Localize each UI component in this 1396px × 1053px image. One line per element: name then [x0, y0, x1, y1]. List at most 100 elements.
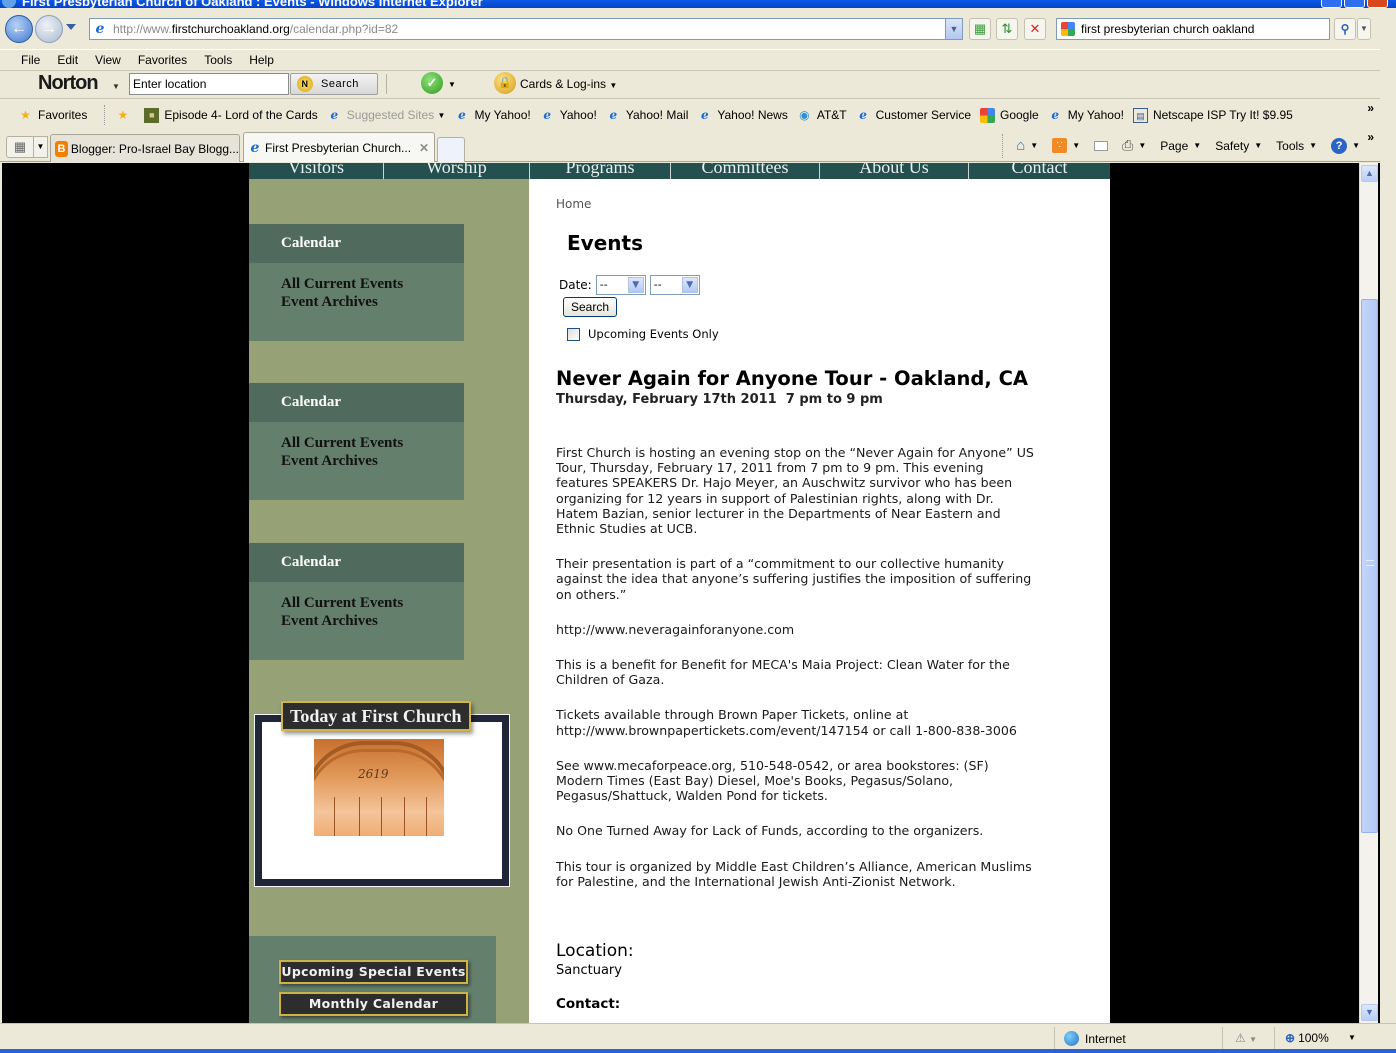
- menu-help[interactable]: Help: [249, 53, 274, 67]
- recent-pages-dropdown[interactable]: [66, 24, 76, 30]
- event-archives-link[interactable]: Event Archives: [281, 612, 464, 630]
- favorite-link[interactable]: e Customer Service: [856, 108, 971, 123]
- mail-icon: [1094, 140, 1109, 151]
- search-options-dropdown[interactable]: ▼: [1357, 18, 1371, 40]
- safety-menu[interactable]: Safety ▼: [1215, 139, 1262, 153]
- upcoming-events-only-option[interactable]: Upcoming Events Only: [567, 327, 719, 341]
- quick-tabs-button[interactable]: ▦: [6, 136, 34, 158]
- help-button[interactable]: ? ▼: [1331, 137, 1360, 154]
- tab-list-dropdown[interactable]: ▼: [34, 136, 48, 158]
- favorite-link[interactable]: Google: [980, 107, 1039, 123]
- menu-view[interactable]: View: [95, 53, 121, 67]
- add-to-favorites-button[interactable]: ★: [115, 108, 135, 123]
- favorite-link[interactable]: e My Yahoo!: [454, 108, 531, 123]
- norton-menu-dropdown[interactable]: ▼: [112, 82, 120, 91]
- stop-button[interactable]: ✕: [1024, 18, 1046, 40]
- safe-web-dropdown[interactable]: ▼: [448, 80, 456, 89]
- favorite-link[interactable]: e Yahoo! Mail: [606, 108, 689, 123]
- tools-menu[interactable]: Tools ▼: [1276, 139, 1317, 153]
- vertical-scrollbar[interactable]: ▲ ▼: [1359, 163, 1378, 1023]
- nav-committees[interactable]: Committees: [671, 163, 820, 179]
- event-archives-link[interactable]: Event Archives: [281, 452, 464, 470]
- search-box[interactable]: first presbyterian church oakland: [1056, 18, 1330, 40]
- tab-blogger[interactable]: B Blogger: Pro-Israel Bay Blogg...: [50, 134, 240, 162]
- nav-contact[interactable]: Contact: [969, 163, 1110, 179]
- close-tab-icon[interactable]: ✕: [419, 141, 429, 155]
- zoom-level-button[interactable]: ⊕ 100%: [1285, 1031, 1329, 1045]
- tab-bar: ▦ ▼ B Blogger: Pro-Israel Bay Blogg... e…: [0, 130, 1380, 162]
- cards-logins-menu[interactable]: Cards & Log-ins ▼: [520, 77, 617, 91]
- chevron-down-icon: ▼: [1249, 1035, 1258, 1044]
- norton-search-button[interactable]: N Search: [290, 73, 378, 95]
- favorite-label: My Yahoo!: [1067, 108, 1124, 122]
- refresh-button[interactable]: ⇅: [996, 18, 1018, 40]
- back-button[interactable]: ←: [5, 15, 33, 43]
- monthly-calendar-button[interactable]: Monthly Calendar: [279, 992, 468, 1016]
- location-value: Sanctuary: [556, 963, 622, 978]
- nav-about-us[interactable]: About Us: [820, 163, 969, 179]
- address-bar[interactable]: e http://www.firstchurchoakland.org/cale…: [89, 18, 963, 40]
- favorite-link[interactable]: ■ Episode 4- Lord of the Cards: [144, 107, 318, 123]
- norton-location-input[interactable]: Enter location: [129, 73, 289, 95]
- nav-programs[interactable]: Programs: [530, 163, 671, 179]
- maximize-button[interactable]: [1344, 0, 1365, 8]
- search-go-button[interactable]: ⚲: [1334, 18, 1356, 40]
- suggested-sites-button[interactable]: e Suggested Sites ▼: [327, 108, 445, 123]
- menu-file[interactable]: File: [21, 53, 40, 67]
- page-icon: e: [95, 21, 105, 37]
- scroll-thumb[interactable]: [1361, 299, 1378, 833]
- all-current-events-link[interactable]: All Current Events: [281, 594, 464, 612]
- search-query[interactable]: first presbyterian church oakland: [1081, 22, 1254, 36]
- compatibility-icon: ▦: [973, 21, 987, 36]
- new-tab-button[interactable]: [437, 137, 465, 162]
- menu-tools[interactable]: Tools: [204, 53, 232, 67]
- event-archives-link[interactable]: Event Archives: [281, 293, 464, 311]
- menu-edit[interactable]: Edit: [57, 53, 78, 67]
- protected-mode-button[interactable]: ⚠ ▼: [1235, 1031, 1257, 1045]
- print-button[interactable]: ⎙ ▼: [1122, 137, 1146, 154]
- nav-visitors[interactable]: Visitors: [249, 163, 384, 179]
- minimize-button[interactable]: [1321, 0, 1342, 8]
- scroll-down-button[interactable]: ▼: [1361, 1004, 1378, 1021]
- all-current-events-link[interactable]: All Current Events: [281, 275, 464, 293]
- read-mail-button[interactable]: [1094, 140, 1109, 151]
- more-favorites-chevron-icon[interactable]: »: [1367, 101, 1374, 115]
- year-select[interactable]: -- ▼: [649, 275, 700, 295]
- favorites-button[interactable]: ★ Favorites: [18, 108, 87, 123]
- breadcrumb-home[interactable]: Home: [556, 197, 591, 211]
- upcoming-special-events-button[interactable]: Upcoming Special Events: [279, 960, 468, 984]
- identity-safe-lock-icon[interactable]: 🔒: [494, 72, 516, 94]
- favorite-link[interactable]: e My Yahoo!: [1048, 108, 1124, 123]
- favorite-link[interactable]: e Yahoo! News: [697, 108, 788, 123]
- zoom-level: 100%: [1298, 1031, 1329, 1045]
- upcoming-events-checkbox[interactable]: [567, 327, 580, 341]
- event-paragraph: See www.mecaforpeace.org, 510-548-0542, …: [556, 757, 989, 804]
- security-zone[interactable]: Internet: [1064, 1031, 1126, 1046]
- norton-logo[interactable]: Norton: [38, 72, 99, 95]
- tab-first-presbyterian[interactable]: e First Presbyterian Church... ✕: [243, 132, 435, 162]
- tab-label: Blogger: Pro-Israel Bay Blogg...: [70, 141, 239, 156]
- church-door-photo[interactable]: 2619: [314, 739, 444, 836]
- close-window-button[interactable]: [1367, 0, 1388, 8]
- favorite-link[interactable]: ◉ AT&T: [797, 108, 847, 123]
- compatibility-view-button[interactable]: ▦: [969, 18, 991, 40]
- nav-worship[interactable]: Worship: [384, 163, 530, 179]
- all-current-events-link[interactable]: All Current Events: [281, 434, 464, 452]
- menu-favorites[interactable]: Favorites: [138, 53, 187, 67]
- zoom-dropdown[interactable]: ▼: [1348, 1033, 1356, 1042]
- home-button[interactable]: ⌂ ▼: [1002, 134, 1038, 158]
- address-dropdown-button[interactable]: ▼: [945, 19, 962, 39]
- page-menu-label: Page: [1160, 138, 1189, 153]
- safe-web-check-icon[interactable]: ✓: [421, 72, 443, 94]
- scroll-up-button[interactable]: ▲: [1361, 165, 1378, 182]
- favorite-link[interactable]: e Yahoo!: [540, 108, 596, 123]
- forward-button[interactable]: →: [35, 15, 63, 43]
- favorite-link[interactable]: ▤ Netscape ISP Try It! $9.95: [1132, 107, 1293, 123]
- address-url[interactable]: http://www.firstchurchoakland.org/calend…: [113, 22, 398, 36]
- month-select-value: --: [599, 278, 608, 291]
- page-menu[interactable]: Page ▼: [1160, 139, 1201, 153]
- month-select[interactable]: -- ▼: [595, 275, 646, 295]
- feeds-button[interactable]: ∵ ▼: [1052, 138, 1080, 153]
- more-commands-chevron-icon[interactable]: »: [1367, 130, 1374, 144]
- search-button[interactable]: Search: [563, 297, 617, 317]
